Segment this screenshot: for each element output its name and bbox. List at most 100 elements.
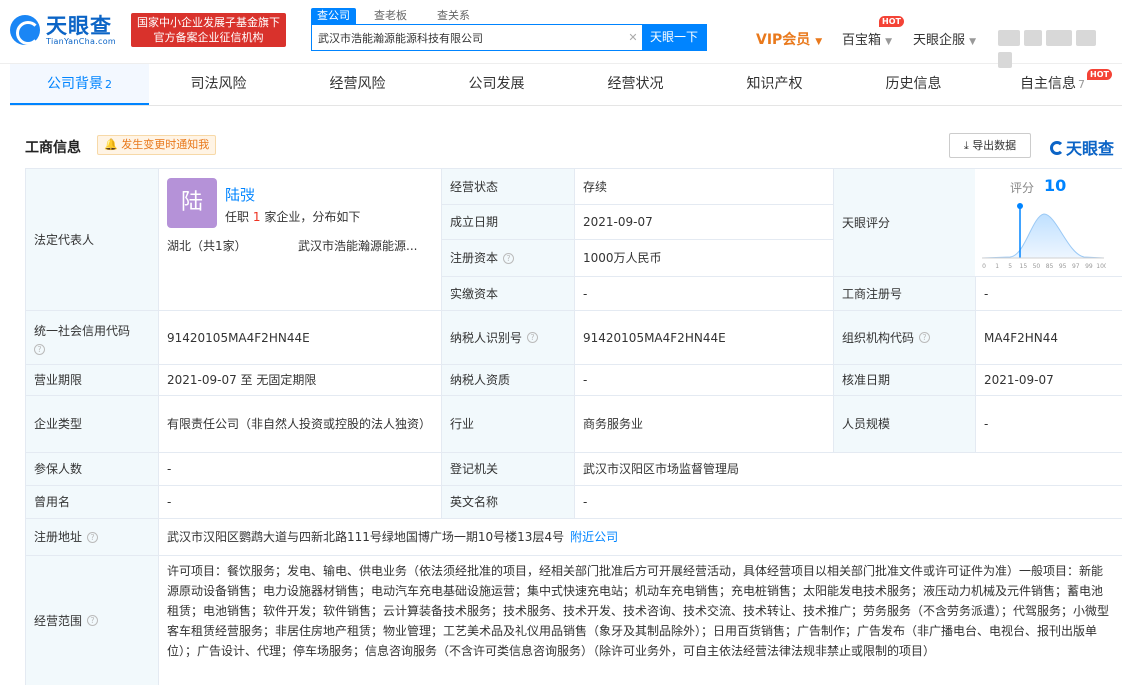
taxid-label: 纳税人识别号? [441, 311, 574, 364]
axis-tick-label: 0 [982, 263, 986, 270]
tab-history-info[interactable]: 历史信息 [844, 64, 983, 105]
enterprise-service-menu[interactable]: 天眼企服 ▼ [913, 29, 976, 48]
tab-label: 自主信息 [1020, 76, 1076, 92]
insured-label: 参保人数 [25, 453, 158, 485]
table-row: 曾用名 - 英文名称 - [25, 485, 1122, 518]
hot-badge: HOT [1087, 69, 1112, 80]
caret-down-icon: ▼ [815, 37, 823, 47]
score-prefix: 评分 [1010, 181, 1035, 195]
found-date-value: 2021-09-07 [574, 205, 833, 239]
tab-self-info[interactable]: 自主信息 7 HOT [983, 64, 1122, 105]
company-nav-tabs: 公司背景 2 司法风险 经营风险 公司发展 经营状况 知识产权 历史信息 自主信息… [10, 64, 1122, 106]
credit-code-label-text: 统一社会信用代码 [34, 323, 131, 338]
search-tab-boss[interactable]: 查老板 [368, 8, 413, 24]
orgcode-value: MA4F2HN44 [975, 311, 1122, 364]
baibao-menu[interactable]: 百宝箱 ▼ [842, 29, 892, 48]
search-area: 查公司 查老板 查关系 ✕ 天眼一下 [311, 8, 707, 51]
table-row: 营业期限 2021-09-07 至 无固定期限 纳税人资质 - 核准日期 202… [25, 364, 1122, 395]
export-data-button[interactable]: ⤓ 导出数据 [949, 133, 1031, 158]
address-label: 注册地址? [25, 519, 158, 555]
tab-label: 经营风险 [329, 76, 386, 92]
score-distribution-chart: 0 1 5 15 50 85 95 97 99 100 [981, 203, 1106, 270]
capital-label-text: 注册资本 [450, 251, 499, 265]
term-label: 营业期限 [25, 365, 158, 395]
rep-region: 湖北（共1家） [167, 239, 247, 253]
staff-size-label: 人员规模 [833, 396, 975, 452]
table-row: 参保人数 - 登记机关 武汉市汉阳区市场监督管理局 [25, 452, 1122, 485]
tab-operating-status[interactable]: 经营状况 [566, 64, 705, 105]
avatar[interactable]: 陆 [167, 178, 217, 228]
clear-icon[interactable]: ✕ [624, 25, 642, 50]
search-tab-company[interactable]: 查公司 [311, 8, 356, 24]
rep-desc-suffix: 家企业，分布如下 [264, 210, 361, 224]
caret-down-icon: ▼ [885, 37, 893, 47]
rep-desc-prefix: 任职 [225, 210, 250, 224]
tab-count: 2 [105, 78, 112, 91]
tab-label: 公司背景 [47, 76, 103, 92]
tab-label: 历史信息 [885, 76, 942, 92]
axis-tick-label: 95 [1059, 263, 1067, 270]
tab-operating-risk[interactable]: 经营风险 [288, 64, 427, 105]
credit-code-label: 统一社会信用代码 ? [25, 311, 158, 364]
notify-change-button[interactable]: 🔔 发生变更时通知我 [97, 135, 217, 155]
authority-label: 登记机关 [441, 453, 574, 485]
english-name-label: 英文名称 [441, 486, 574, 518]
axis-tick-label: 1 [995, 263, 999, 270]
hot-badge: HOT [879, 16, 904, 27]
slogan-line-2: 官方备案企业征信机构 [153, 31, 264, 44]
tab-intellectual-property[interactable]: 知识产权 [705, 64, 844, 105]
axis-tick-label: 50 [1033, 263, 1041, 270]
tab-label: 经营状况 [607, 76, 664, 92]
score-label: 天眼评分 [833, 169, 975, 276]
search-button[interactable]: 天眼一下 [642, 25, 706, 50]
help-icon[interactable]: ? [34, 343, 45, 355]
insured-value: - [158, 453, 441, 485]
tab-company-background[interactable]: 公司背景 2 [10, 64, 149, 105]
rep-desc: 任职 1 家企业，分布如下 [225, 207, 360, 227]
tax-qualification-value: - [574, 365, 833, 395]
export-label: 导出数据 [972, 139, 1017, 152]
notify-label: 发生变更时通知我 [121, 138, 210, 151]
old-name-label: 曾用名 [25, 486, 158, 518]
nearby-companies-link[interactable]: 附近公司 [570, 527, 618, 547]
help-icon[interactable]: ? [503, 252, 515, 264]
approve-date-label: 核准日期 [833, 365, 975, 395]
rep-corp-link[interactable]: 武汉市浩能瀚源能源... [298, 236, 417, 256]
term-value: 2021-09-07 至 无固定期限 [158, 365, 441, 395]
help-icon[interactable]: ? [87, 615, 99, 626]
search-tab-relation[interactable]: 查关系 [431, 8, 476, 24]
tab-label: 司法风险 [190, 76, 247, 92]
score-row: 天眼评分 [833, 168, 975, 276]
axis-tick-label: 99 [1085, 263, 1093, 270]
tab-judicial-risk[interactable]: 司法风险 [149, 64, 288, 105]
table-row: 注册地址? 武汉市汉阳区鹦鹉大道与四新北路111号绿地国博广场一期10号楼13层… [25, 518, 1122, 555]
help-icon[interactable]: ? [87, 531, 99, 543]
address-cell: 武汉市汉阳区鹦鹉大道与四新北路111号绿地国博广场一期10号楼13层4号 附近公… [158, 519, 1122, 555]
help-icon[interactable]: ? [919, 332, 931, 343]
user-account-blurred[interactable] [998, 27, 1116, 68]
scope-value: 许可项目：餐饮服务；发电、输电、供电业务（依法须经批准的项目，经相关部门批准后方… [158, 556, 1122, 685]
credit-code-value: 91420105MA4F2HN44E [158, 311, 441, 364]
help-icon[interactable]: ? [527, 332, 539, 343]
vip-member-menu[interactable]: VIP会员 ▼ [756, 29, 822, 49]
table-row: 经营范围? 许可项目：餐饮服务；发电、输电、供电业务（依法须经批准的项目，经相关… [25, 555, 1122, 685]
company-type-value: 有限责任公司（非自然人投资或控股的法人独资） [158, 396, 441, 452]
rep-label: 法定代表人 [25, 169, 158, 310]
search-input[interactable] [312, 25, 624, 50]
table-row: 统一社会信用代码 ? 91420105MA4F2HN44E 纳税人识别号? 91… [25, 310, 1122, 364]
axis-tick-label: 5 [1008, 263, 1012, 270]
table-row: 注册资本? 1000万人民币 [441, 239, 833, 276]
table-row: 经营状态 存续 [441, 168, 833, 204]
tab-count: 7 [1078, 78, 1085, 91]
industry-value: 商务服务业 [574, 396, 833, 452]
address-label-text: 注册地址 [34, 530, 83, 544]
logo-text: 天眼查 [46, 13, 112, 38]
tab-company-development[interactable]: 公司发展 [427, 64, 566, 105]
rep-name-link[interactable]: 陆弢 [225, 185, 255, 205]
slogan-line-1: 国家中小企业发展子基金旗下 [137, 16, 280, 29]
tab-label: 知识产权 [746, 76, 803, 92]
score-value: 10 [1044, 176, 1067, 195]
axis-ticks: 0 1 5 15 50 85 95 97 99 100 [982, 263, 1106, 270]
tianyancha-logo[interactable]: 天眼查 TianYanCha.com [10, 13, 116, 47]
baibao-label: 百宝箱 [842, 33, 882, 48]
